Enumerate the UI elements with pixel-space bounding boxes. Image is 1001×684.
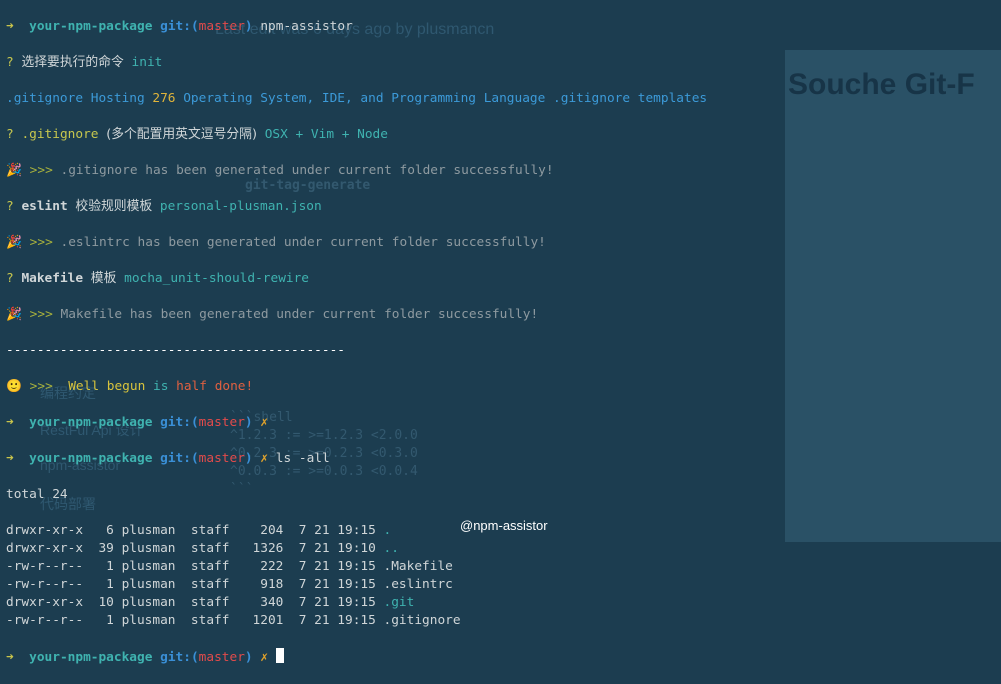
- dirty-icon: ✗: [260, 650, 269, 665]
- done-word: half: [176, 379, 207, 394]
- question-hint: 模板: [90, 271, 117, 286]
- party-icon: 🎉: [6, 307, 22, 322]
- question-label: Makefile: [21, 271, 84, 286]
- watermark: @npm-assistor: [460, 518, 548, 533]
- question-line: ? Makefile 模板 mocha_unit-should-rewire: [6, 270, 707, 288]
- prompt-arrow-icon: ➜: [6, 19, 14, 34]
- bg-title: Souche Git-F: [788, 68, 975, 101]
- ls-row: drwxr-xr-x 6 plusman staff 204 7 21 19:1…: [6, 522, 707, 540]
- chevrons: >>>: [29, 235, 53, 250]
- git-branch: master: [198, 650, 245, 665]
- party-icon: 🎉: [6, 163, 22, 178]
- ls-row-info: drwxr-xr-x 10 plusman staff 340 7 21 19:…: [6, 595, 384, 610]
- ls-file-name: ..: [383, 541, 399, 556]
- answer: mocha_unit-should-rewire: [124, 271, 310, 286]
- ls-file-name: .: [383, 523, 392, 538]
- prompt-dir: your-npm-package: [29, 19, 153, 34]
- terminal-output[interactable]: ➜ your-npm-package git:(master) npm-assi…: [6, 0, 707, 684]
- command: npm-assistor: [260, 19, 353, 34]
- prompt-line: ➜ your-npm-package git:(master) ✗: [6, 414, 707, 432]
- success-text: Makefile has been generated under curren…: [60, 307, 539, 322]
- ls-file-name: .git: [383, 595, 415, 610]
- question-line: ? eslint 校验规则模板 personal-plusman.json: [6, 198, 707, 216]
- git-label: git:(: [160, 19, 199, 34]
- prompt-line: ➜ your-npm-package git:(master) npm-assi…: [6, 18, 707, 36]
- question-hint: 校验规则模板: [75, 199, 153, 214]
- question-line: ? 选择要执行的命令 init: [6, 54, 707, 72]
- git-label: ): [244, 650, 253, 665]
- done-line: 🙂 >>> Well begun is half done!: [6, 378, 707, 396]
- success-line: 🎉 >>> .gitignore has been generated unde…: [6, 162, 707, 180]
- ls-row-info: -rw-r--r-- 1 plusman staff 222 7 21 19:1…: [6, 559, 384, 574]
- prompt-arrow-icon: ➜: [6, 451, 14, 466]
- git-branch: master: [198, 451, 245, 466]
- git-label: ): [244, 415, 253, 430]
- ls-row: drwxr-xr-x 39 plusman staff 1326 7 21 19…: [6, 540, 707, 558]
- done-word: is: [153, 379, 169, 394]
- ls-file-name: .eslintrc: [383, 577, 453, 592]
- git-branch: master: [198, 19, 245, 34]
- question-icon: ?: [6, 127, 14, 142]
- info-count: 276: [152, 91, 176, 106]
- info-line: .gitignore Hosting 276 Operating System,…: [6, 90, 707, 108]
- git-branch: master: [198, 415, 245, 430]
- question-icon: ?: [6, 55, 14, 70]
- ls-file-name: .Makefile: [383, 559, 453, 574]
- ls-row-info: -rw-r--r-- 1 plusman staff 1201 7 21 19:…: [6, 613, 384, 628]
- git-label: git:(: [160, 650, 199, 665]
- done-word: Well: [68, 379, 100, 394]
- question-label: 选择要执行的命令: [21, 55, 124, 70]
- success-text: .gitignore has been generated under curr…: [60, 163, 554, 178]
- success-line: 🎉 >>> .eslintrc has been generated under…: [6, 234, 707, 252]
- git-label: ): [244, 19, 253, 34]
- info-text: .gitignore Hosting: [6, 91, 153, 106]
- git-label: ): [244, 451, 253, 466]
- ls-row: -rw-r--r-- 1 plusman staff 1201 7 21 19:…: [6, 612, 707, 630]
- prompt-dir: your-npm-package: [29, 650, 153, 665]
- ls-total: total 24: [6, 487, 68, 502]
- ls-row-info: -rw-r--r-- 1 plusman staff 918 7 21 19:1…: [6, 577, 384, 592]
- success-text: .eslintrc has been generated under curre…: [60, 235, 546, 250]
- question-label: .gitignore: [21, 127, 99, 142]
- party-icon: 🎉: [6, 235, 22, 250]
- divider: ----------------------------------------…: [6, 343, 345, 358]
- question-icon: ?: [6, 199, 14, 214]
- ls-row: -rw-r--r-- 1 plusman staff 918 7 21 19:1…: [6, 576, 707, 594]
- prompt-dir: your-npm-package: [29, 451, 153, 466]
- git-label: git:(: [160, 415, 199, 430]
- prompt-line: ➜ your-npm-package git:(master) ✗ ls -al…: [6, 450, 707, 468]
- done-word: begun: [106, 379, 146, 394]
- info-text: Operating System, IDE, and Programming L…: [175, 91, 708, 106]
- ls-row: drwxr-xr-x 10 plusman staff 340 7 21 19:…: [6, 594, 707, 612]
- ls-row: -rw-r--r-- 1 plusman staff 222 7 21 19:1…: [6, 558, 707, 576]
- command: ls -all: [275, 451, 330, 466]
- dirty-icon: ✗: [260, 451, 269, 466]
- prompt-arrow-icon: ➜: [6, 415, 14, 430]
- question-icon: ?: [6, 271, 14, 286]
- prompt-arrow-icon: ➜: [6, 650, 14, 665]
- chevrons: >>>: [29, 163, 53, 178]
- answer: OSX + Vim + Node: [264, 127, 388, 142]
- question-line: ? .gitignore (多个配置用英文逗号分隔) OSX + Vim + N…: [6, 126, 707, 144]
- ls-listing: drwxr-xr-x 6 plusman staff 204 7 21 19:1…: [6, 522, 707, 630]
- smile-icon: 🙂: [6, 379, 22, 394]
- git-label: git:(: [160, 451, 199, 466]
- ls-row-info: drwxr-xr-x 6 plusman staff 204 7 21 19:1…: [6, 523, 384, 538]
- question-hint: (多个配置用英文逗号分隔): [106, 127, 257, 142]
- dirty-icon: ✗: [260, 415, 269, 430]
- background-diagram-panel: [785, 50, 1001, 542]
- prompt-dir: your-npm-package: [29, 415, 153, 430]
- chevrons: >>>: [29, 379, 53, 394]
- answer: personal-plusman.json: [159, 199, 322, 214]
- terminal-cursor[interactable]: [275, 648, 284, 663]
- done-word: done!: [214, 379, 254, 394]
- chevrons: >>>: [29, 307, 53, 322]
- question-label: eslint: [21, 199, 68, 214]
- success-line: 🎉 >>> Makefile has been generated under …: [6, 306, 707, 324]
- ls-row-info: drwxr-xr-x 39 plusman staff 1326 7 21 19…: [6, 541, 384, 556]
- answer: init: [131, 55, 163, 70]
- prompt-line[interactable]: ➜ your-npm-package git:(master) ✗: [6, 648, 707, 666]
- ls-file-name: .gitignore: [383, 613, 461, 628]
